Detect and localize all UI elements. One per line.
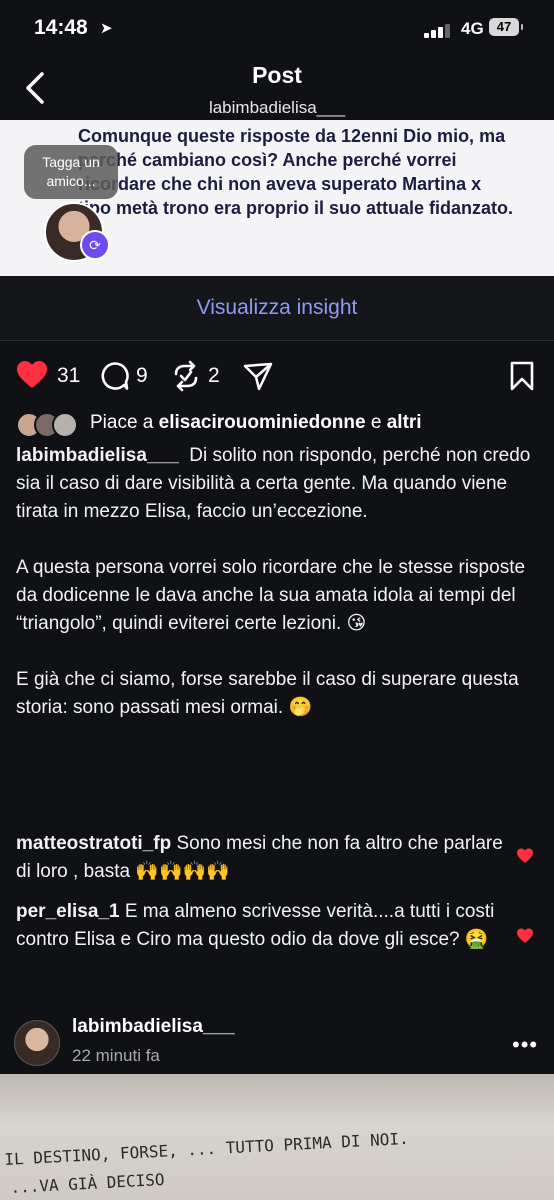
comment-username[interactable]: per_elisa_1: [16, 901, 120, 922]
battery-cap: [521, 24, 523, 30]
heart-filled-icon: [517, 848, 533, 863]
quoted-post-text: Comunque queste risposte da 12enni Dio m…: [78, 126, 514, 242]
comment-username[interactable]: matteostratoti_fp: [16, 833, 171, 854]
cellular-signal-icon: [424, 22, 454, 38]
network-type: 4G: [461, 19, 484, 38]
comment-like-button[interactable]: [516, 848, 536, 868]
liked-by-text[interactable]: Piace a elisacirouominiedonne e altri: [90, 412, 422, 434]
caption-paragraph: A questa persona vorrei solo ricordare c…: [16, 557, 526, 634]
like-button[interactable]: [16, 360, 48, 390]
liked-by-conj: e: [370, 412, 382, 433]
repost-button[interactable]: [170, 360, 202, 392]
divider: [0, 340, 554, 341]
caption-username[interactable]: labimbadielisa___: [16, 445, 179, 466]
liker-avatars[interactable]: [16, 412, 86, 438]
liked-by-others[interactable]: altri: [387, 412, 422, 433]
liker-avatar: [52, 412, 78, 438]
status-time: 14:48: [34, 16, 88, 39]
comment-like-button[interactable]: [516, 928, 536, 948]
comments-count[interactable]: 9: [136, 364, 148, 388]
tag-friend-tooltip[interactable]: Tagga un amico...: [24, 145, 118, 199]
comment-bubble-icon: [101, 362, 129, 390]
repost-badge-icon: ⟳: [80, 230, 110, 260]
comment-item: per_elisa_1 E ma almeno scrivesse verità…: [16, 898, 506, 954]
post-author-username[interactable]: labimbadielisa___: [0, 98, 554, 118]
share-button[interactable]: [242, 360, 274, 392]
reposts-count[interactable]: 2: [208, 364, 220, 388]
heart-filled-icon: [517, 928, 533, 943]
location-arrow-icon: ➤: [100, 20, 113, 37]
next-post-avatar[interactable]: [14, 1020, 60, 1066]
battery-indicator: 47: [489, 18, 519, 36]
bookmark-icon: [510, 361, 534, 391]
comment-button[interactable]: [100, 361, 130, 391]
more-options-icon[interactable]: •••: [512, 1032, 538, 1058]
send-paper-plane-icon: [243, 362, 273, 391]
liked-by-user[interactable]: elisacirouominiedonne: [159, 412, 366, 433]
repost-icon: [174, 360, 198, 392]
next-post-time: 22 minuti fa: [72, 1046, 160, 1065]
heart-filled-icon: [17, 361, 47, 388]
view-insights-link[interactable]: Visualizza insight: [0, 296, 554, 320]
next-post-username[interactable]: labimbadielisa___: [72, 1016, 235, 1038]
liked-by-prefix: Piace a: [90, 412, 154, 433]
save-button[interactable]: [508, 360, 536, 392]
post-caption: labimbadielisa___ Di solito non rispondo…: [16, 442, 536, 750]
comment-item: matteostratoti_fp Sono mesi che non fa a…: [16, 830, 506, 886]
likes-count[interactable]: 31: [57, 364, 80, 388]
caption-paragraph: E già che ci siamo, forse sarebbe il cas…: [16, 669, 519, 718]
page-title: Post: [252, 62, 302, 88]
